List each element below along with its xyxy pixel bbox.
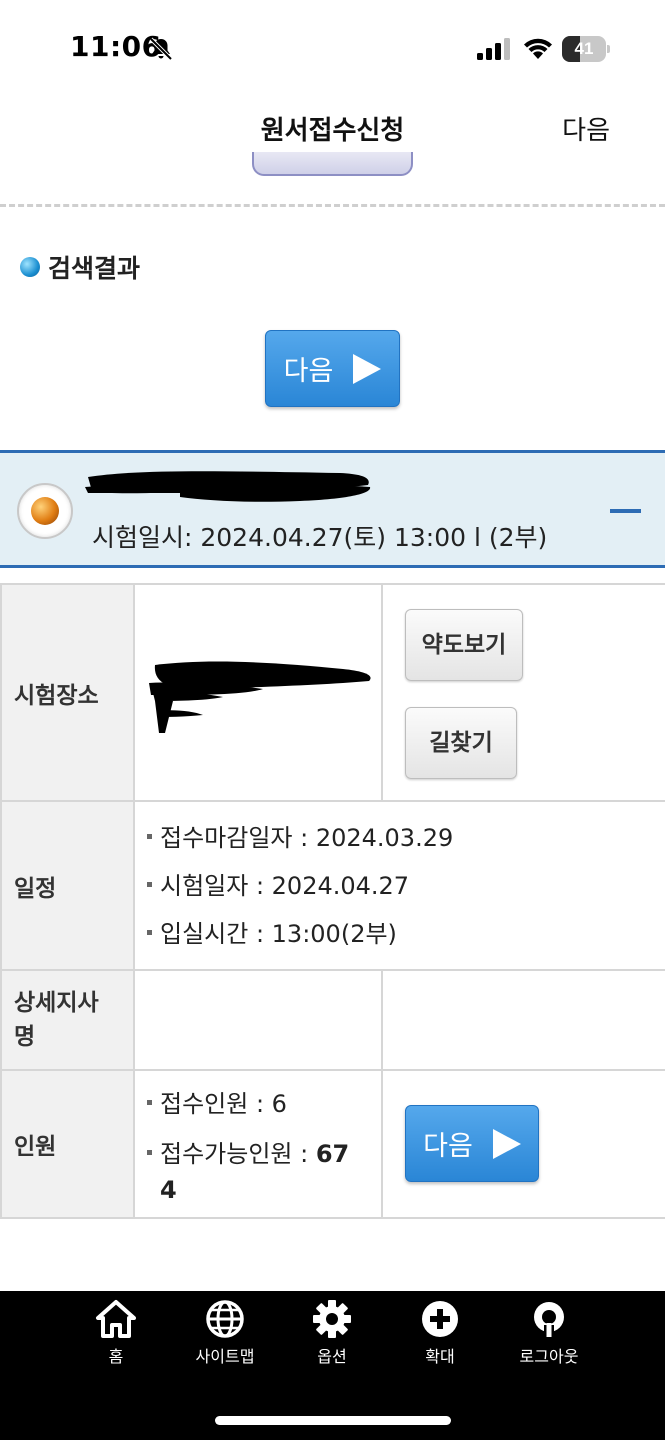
- tab-options-label: 옵션: [317, 1347, 347, 1366]
- redacted-exam-name: [85, 471, 371, 502]
- play-icon: [492, 1128, 521, 1159]
- exam-details-table: 시험장소 약도보기 길찾기 일정 접수마감일자 : 2024.03.29 시험일…: [0, 583, 665, 1219]
- tab-sitemap-label: 사이트맵: [195, 1347, 255, 1366]
- venue-actions: 약도보기 길찾기: [381, 583, 665, 802]
- gear-icon: [313, 1300, 351, 1338]
- applied-count-text: 접수인원 : 6: [160, 1090, 287, 1118]
- tab-home-label: 홈: [108, 1347, 124, 1366]
- detail-branch-header: 상세지사명: [0, 969, 135, 1071]
- logout-icon: [534, 1302, 564, 1337]
- next-button-label: 다음: [283, 356, 334, 387]
- headcount-value: 접수인원 : 6 접수가능인원 : 674: [133, 1069, 383, 1219]
- available-count: 접수가능인원 : 674: [147, 1136, 381, 1208]
- exam-select-radio[interactable]: [17, 483, 73, 539]
- redacted-venue-address: [149, 661, 371, 733]
- tab-home[interactable]: 홈: [71, 1299, 161, 1367]
- detail-branch-extra: [381, 969, 665, 1071]
- tab-zoom-label: 확대: [425, 1347, 455, 1366]
- tab-options[interactable]: 옵션: [287, 1299, 377, 1367]
- exam-session-row[interactable]: 시험일시: 2024.04.27(토) 13:00 l (2부): [0, 450, 665, 568]
- plus-circle-icon: [422, 1301, 458, 1337]
- apply-next-button-label: 다음: [423, 1131, 473, 1162]
- venue-value: [133, 583, 383, 802]
- dashed-divider: [0, 204, 665, 207]
- exam-date: 시험일자 : 2024.04.27: [160, 871, 410, 900]
- headcount-row: 인원 접수인원 : 6 접수가능인원 : 674 다음: [0, 1069, 665, 1219]
- apply-next-button[interactable]: 다음: [405, 1105, 539, 1182]
- tab-logout-label: 로그아웃: [519, 1347, 579, 1366]
- battery-icon: 41: [562, 36, 610, 62]
- schedule-value: 접수마감일자 : 2024.03.29 시험일자 : 2024.04.27 입실…: [133, 800, 665, 971]
- headcount-header: 인원: [0, 1069, 135, 1219]
- search-tab-bottom-edge: [252, 152, 413, 176]
- tab-zoom[interactable]: 확대: [395, 1299, 485, 1367]
- schedule-row: 일정 접수마감일자 : 2024.03.29 시험일자 : 2024.04.27…: [0, 800, 665, 971]
- schedule-header: 일정: [0, 800, 135, 971]
- wifi-icon: [524, 38, 552, 59]
- tab-logout[interactable]: 로그아웃: [504, 1299, 594, 1367]
- next-button[interactable]: 다음: [265, 330, 400, 407]
- blue-bullet-icon: [20, 257, 40, 277]
- tab-sitemap[interactable]: 사이트맵: [180, 1299, 270, 1367]
- schedule-item: 접수마감일자 : 2024.03.29: [147, 814, 665, 862]
- deadline-date: 접수마감일자 : 2024.03.29: [160, 823, 454, 852]
- search-results-heading: 검색결과: [20, 252, 141, 283]
- detail-branch-row: 상세지사명: [0, 969, 665, 1071]
- directions-button[interactable]: 길찾기: [405, 707, 517, 779]
- home-icon: [96, 1300, 136, 1338]
- venue-header: 시험장소: [0, 583, 135, 802]
- headcount-actions: 다음: [381, 1069, 665, 1219]
- detail-branch-value: [133, 969, 383, 1071]
- exam-datetime: 시험일시: 2024.04.27(토) 13:00 l (2부): [92, 523, 548, 552]
- venue-row: 시험장소 약도보기 길찾기: [0, 583, 665, 802]
- schedule-item: 입실시간 : 13:00(2부): [147, 910, 665, 958]
- status-bar: 11:06 41: [0, 0, 665, 100]
- home-indicator[interactable]: [215, 1416, 451, 1425]
- play-icon: [353, 353, 382, 384]
- header-next-button[interactable]: 다음: [562, 110, 610, 147]
- map-button[interactable]: 약도보기: [405, 609, 523, 681]
- radio-selected-dot-icon: [31, 497, 59, 525]
- applied-count: 접수인원 : 6: [147, 1080, 381, 1128]
- globe-icon: [206, 1300, 244, 1338]
- available-count-label: 접수가능인원 :: [160, 1140, 316, 1168]
- cellular-signal-icon: [477, 38, 510, 60]
- bell-slash-icon: [149, 37, 173, 61]
- collapse-minus-icon[interactable]: [610, 509, 641, 513]
- schedule-item: 시험일자 : 2024.04.27: [147, 862, 665, 910]
- entry-time: 입실시간 : 13:00(2부): [160, 919, 397, 948]
- search-results-heading-text: 검색결과: [48, 254, 141, 283]
- battery-level: 41: [574, 39, 594, 58]
